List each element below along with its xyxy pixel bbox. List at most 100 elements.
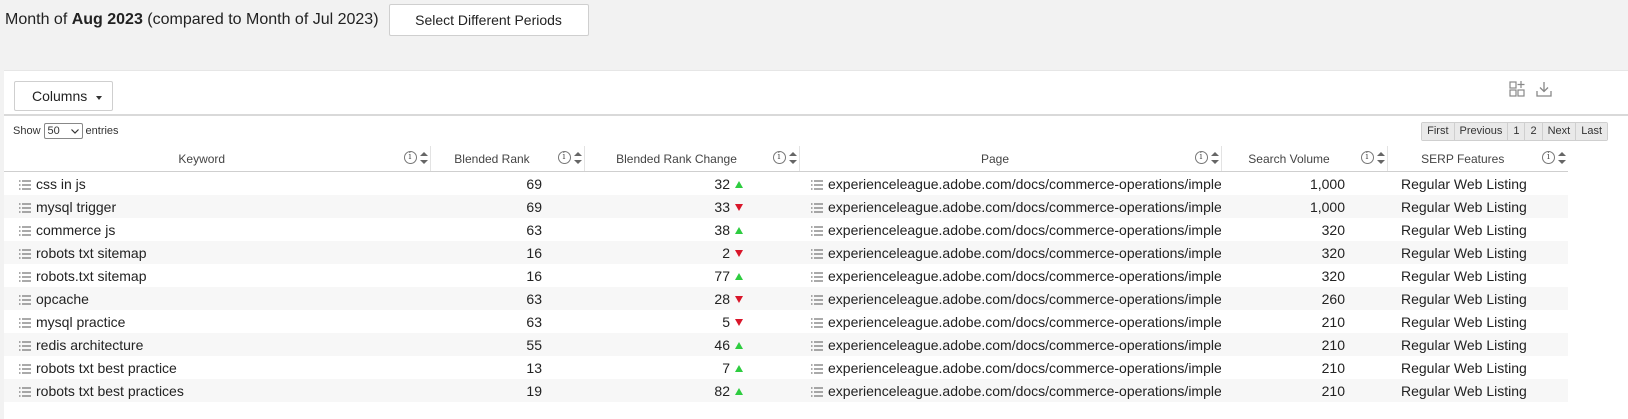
sort-icon[interactable]: [1376, 151, 1385, 164]
list-icon[interactable]: [811, 387, 823, 397]
list-icon[interactable]: [811, 203, 823, 213]
blended-rank-change-cell: 32: [584, 172, 799, 196]
select-periods-button[interactable]: Select Different Periods: [388, 4, 589, 36]
list-icon[interactable]: [19, 295, 31, 305]
column-header-blended-rank-change[interactable]: Blended Rank Change i: [584, 146, 800, 172]
list-icon[interactable]: [811, 341, 823, 351]
page-url[interactable]: experienceleague.adobe.com/docs/commerce…: [828, 291, 1221, 307]
list-icon[interactable]: [811, 249, 823, 259]
rank-change-value: 2: [722, 244, 730, 261]
serp-features-cell: Regular Web Listing: [1387, 333, 1568, 356]
table-row: robots txt best practice 13 7 experiencelea…: [4, 356, 1568, 379]
arrow-up-icon: [735, 341, 743, 349]
list-icon[interactable]: [811, 180, 823, 190]
keyword-text[interactable]: robots.txt sitemap: [36, 268, 147, 284]
page-url[interactable]: experienceleague.adobe.com/docs/commerce…: [828, 222, 1221, 238]
column-header-search-volume[interactable]: Search Volume i: [1221, 146, 1388, 172]
pager-page-1[interactable]: 1: [1508, 123, 1526, 140]
page-url[interactable]: experienceleague.adobe.com/docs/commerce…: [828, 337, 1221, 353]
pager-first[interactable]: First: [1422, 123, 1455, 140]
page-url[interactable]: experienceleague.adobe.com/docs/commerce…: [828, 314, 1221, 330]
page-url[interactable]: experienceleague.adobe.com/docs/commerce…: [828, 268, 1221, 284]
info-icon[interactable]: i: [1542, 151, 1555, 164]
arrow-up-icon: [735, 226, 743, 234]
blended-rank-cell: 13: [526, 359, 542, 376]
list-icon[interactable]: [811, 226, 823, 236]
column-header-keyword[interactable]: Keyword i: [4, 146, 431, 172]
keyword-text[interactable]: mysql practice: [36, 314, 125, 330]
column-header-page[interactable]: Page i: [799, 146, 1222, 172]
list-icon[interactable]: [811, 364, 823, 374]
pager-last[interactable]: Last: [1576, 123, 1607, 140]
page-url[interactable]: experienceleague.adobe.com/docs/commerce…: [828, 360, 1221, 376]
list-icon[interactable]: [19, 341, 31, 351]
list-icon[interactable]: [811, 295, 823, 305]
keyword-text[interactable]: robots txt best practices: [36, 383, 184, 399]
search-volume-cell: 320: [1321, 267, 1345, 284]
list-icon[interactable]: [19, 180, 31, 190]
keyword-text[interactable]: commerce js: [36, 222, 115, 238]
blended-rank-change-cell: 5: [584, 310, 799, 333]
keyword-cell: opcache: [4, 287, 430, 310]
pager-next[interactable]: Next: [1542, 123, 1577, 140]
keyword-text[interactable]: robots txt sitemap: [36, 245, 147, 261]
column-header-serp-features[interactable]: SERP Features i: [1387, 146, 1568, 172]
blended-rank-cell: 19: [430, 379, 584, 402]
download-icon[interactable]: [1535, 80, 1553, 98]
pager-page-2[interactable]: 2: [1525, 123, 1543, 140]
list-icon[interactable]: [19, 203, 31, 213]
serp-features-cell: Regular Web Listing: [1401, 313, 1527, 330]
list-icon[interactable]: [19, 387, 31, 397]
blended-rank-cell: 63: [430, 287, 584, 310]
column-header-label: Keyword: [178, 151, 226, 166]
page-url[interactable]: experienceleague.adobe.com/docs/commerce…: [828, 383, 1221, 399]
column-header-blended-rank[interactable]: Blended Rank i: [430, 146, 585, 172]
blended-rank-cell: 69: [526, 175, 542, 192]
blended-rank-cell: 63: [526, 313, 542, 330]
list-icon[interactable]: [19, 249, 31, 259]
table-row: robots txt sitemap 16 2 experienceleague.ad…: [4, 241, 1568, 264]
info-icon[interactable]: i: [772, 151, 786, 164]
rank-change-value: 28: [714, 290, 730, 307]
page-url[interactable]: experienceleague.adobe.com/docs/commerce…: [828, 199, 1221, 215]
list-icon[interactable]: [19, 226, 31, 236]
sort-icon[interactable]: [1210, 151, 1219, 164]
entries-select[interactable]: 50: [43, 123, 83, 139]
columns-dropdown-button[interactable]: Columns: [14, 81, 113, 111]
page-length-control: Show 50 entries: [13, 123, 119, 139]
table-row: mysql trigger 69 33 experienceleague.adobe.…: [4, 195, 1568, 218]
blended-rank-change-cell: 2: [584, 241, 799, 264]
page-url[interactable]: experienceleague.adobe.com/docs/commerce…: [828, 245, 1221, 261]
list-icon[interactable]: [19, 272, 31, 282]
sort-icon[interactable]: [788, 151, 797, 164]
rank-change-value: 77: [714, 267, 730, 284]
serp-features-cell: Regular Web Listing: [1387, 241, 1568, 264]
list-icon[interactable]: [811, 318, 823, 328]
list-icon[interactable]: [19, 364, 31, 374]
sort-icon[interactable]: [1558, 151, 1566, 164]
show-label: Show: [13, 125, 41, 137]
sort-icon[interactable]: [573, 151, 582, 164]
pager-previous[interactable]: Previous: [1454, 123, 1509, 140]
keyword-text[interactable]: robots txt best practice: [36, 360, 177, 376]
list-icon[interactable]: [19, 318, 31, 328]
page-cell: experienceleague.adobe.com/docs/commerce…: [799, 310, 1221, 333]
info-icon[interactable]: i: [1360, 151, 1374, 164]
info-icon[interactable]: i: [557, 151, 571, 164]
keyword-text[interactable]: css in js: [36, 176, 86, 192]
keyword-text[interactable]: opcache: [36, 291, 89, 307]
list-icon[interactable]: [811, 272, 823, 282]
rank-change-value: 7: [722, 359, 730, 376]
column-header-label: SERP Features: [1421, 151, 1505, 166]
keyword-text[interactable]: redis architecture: [36, 337, 143, 353]
arrow-down-icon: [735, 295, 743, 303]
page-url[interactable]: experienceleague.adobe.com/docs/commerce…: [828, 176, 1221, 192]
info-icon[interactable]: i: [403, 151, 417, 164]
grid-add-icon[interactable]: [1509, 80, 1527, 98]
info-icon[interactable]: i: [1194, 151, 1208, 164]
blended-rank-change-cell: 77: [584, 264, 799, 287]
column-header-label: Search Volume: [1248, 151, 1330, 166]
blended-rank-change-cell: 38: [584, 218, 799, 241]
sort-icon[interactable]: [419, 151, 428, 164]
keyword-text[interactable]: mysql trigger: [36, 199, 116, 215]
